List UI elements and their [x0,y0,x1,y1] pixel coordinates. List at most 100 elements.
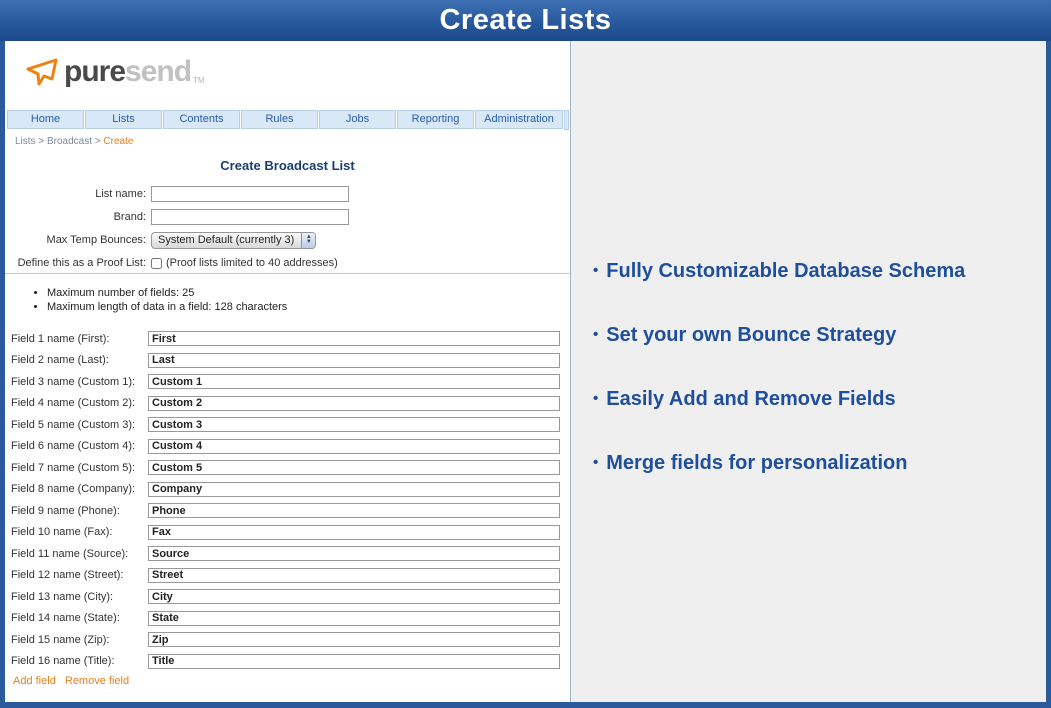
brand-input[interactable] [151,209,349,225]
field-row: Field 11 name (Source): [11,543,560,565]
field-row: Field 5 name (Custom 3): [11,414,560,436]
form-row: Define this as a Proof List: (Proof list… [11,254,564,272]
field-label: Field 14 name (State): [11,612,148,624]
bullet-text: Fully Customizable Database Schema [606,259,965,283]
logo-trademark: TM [193,75,205,87]
field-row: Field 16 name (Title): [11,651,560,673]
field-row: Field 4 name (Custom 2): [11,393,560,415]
puresend-logo-icon [25,57,59,87]
field-name-input[interactable] [148,353,560,368]
field-label: Field 12 name (Street): [11,569,148,581]
field-name-input[interactable] [148,568,560,583]
field-name-input[interactable] [148,546,560,561]
field-row: Field 10 name (Fax): [11,522,560,544]
section-divider [5,273,570,274]
field-name-input[interactable] [148,482,560,497]
proof-list-label: Define this as a Proof List: [11,257,151,269]
breadcrumb-current: Create [103,136,133,147]
field-name-input[interactable] [148,611,560,626]
field-name-input[interactable] [148,374,560,389]
field-name-input[interactable] [148,632,560,647]
field-actions: Add field Remove field [13,675,135,687]
bullet-text: Set your own Bounce Strategy [606,323,896,347]
field-name-input[interactable] [148,331,560,346]
slide-title: Create Lists [439,4,611,37]
form-row: Brand: [11,208,564,226]
field-name-input[interactable] [148,396,560,411]
logo-text-pure: pure [64,57,125,87]
field-label: Field 1 name (First): [11,333,148,345]
list-name-input[interactable] [151,186,349,202]
field-label: Field 4 name (Custom 2): [11,397,148,409]
title-banner: Create Lists [0,0,1051,41]
note-item: Maximum number of fields: 25 [47,287,287,299]
page-title: Create Broadcast List [5,158,570,173]
field-row: Field 6 name (Custom 4): [11,436,560,458]
field-name-input[interactable] [148,503,560,518]
form-row: Max Temp Bounces: System Default (curren… [11,231,564,249]
field-row: Field 15 name (Zip): [11,629,560,651]
field-row: Field 8 name (Company): [11,479,560,501]
field-name-input[interactable] [148,460,560,475]
field-name-input[interactable] [148,525,560,540]
slide: Create Lists puresend TM Home Lists Cont… [0,0,1051,708]
nav-tab[interactable]: Home [7,110,84,129]
nav-tab[interactable]: Lists [85,110,162,129]
bullet-item: • Easily Add and Remove Fields [593,387,1043,411]
bullet-item: • Set your own Bounce Strategy [593,323,1043,347]
bullet-dot: • [593,387,598,411]
remove-field-link[interactable]: Remove field [65,675,129,687]
create-list-form: List name: Brand: Max Temp Bounces: Syst… [11,185,564,277]
field-label: Field 9 name (Phone): [11,505,148,517]
field-label: Field 16 name (Title): [11,655,148,667]
nav-tab[interactable]: Jobs [319,110,396,129]
field-label: Field 5 name (Custom 3): [11,419,148,431]
field-list: Field 1 name (First): Field 2 name (Last… [11,328,560,672]
field-name-input[interactable] [148,589,560,604]
field-name-input[interactable] [148,439,560,454]
proof-list-note: (Proof lists limited to 40 addresses) [166,257,338,269]
nav-tab[interactable]: Rules [241,110,318,129]
logo-text-send: send [125,57,191,87]
bullet-item: • Fully Customizable Database Schema [593,259,1043,283]
field-row: Field 14 name (State): [11,608,560,630]
puresend-logo: puresend TM [25,57,205,87]
nav-tab[interactable]: Reporting [397,110,474,129]
proof-list-checkbox[interactable] [151,258,162,269]
field-limit-notes: Maximum number of fields: 25 Maximum len… [33,287,287,315]
field-label: Field 6 name (Custom 4): [11,440,148,452]
select-stepper-icon: ▲ ▼ [301,233,315,248]
breadcrumb-path[interactable]: Lists > Broadcast > [15,136,103,147]
max-temp-bounces-label: Max Temp Bounces: [11,234,151,246]
bullet-item: • Merge fields for personalization [593,451,1043,475]
field-label: Field 7 name (Custom 5): [11,462,148,474]
field-label: Field 8 name (Company): [11,483,148,495]
field-label: Field 3 name (Custom 1): [11,376,148,388]
app-window: puresend TM Home Lists Contents Rules Jo… [5,41,571,702]
nav-tab[interactable]: Contents [163,110,240,129]
breadcrumb: Lists > Broadcast > Create [15,136,133,147]
field-row: Field 1 name (First): [11,328,560,350]
add-field-link[interactable]: Add field [13,675,56,687]
field-name-input[interactable] [148,417,560,432]
note-item: Maximum length of data in a field: 128 c… [47,301,287,313]
max-temp-bounces-select[interactable]: System Default (currently 3) ▲ ▼ [151,232,316,249]
stepper-down-icon: ▼ [306,240,312,245]
brand-label: Brand: [11,211,151,223]
field-name-input[interactable] [148,654,560,669]
list-name-label: List name: [11,188,151,200]
bullet-text: Merge fields for personalization [606,451,907,475]
bullet-text: Easily Add and Remove Fields [606,387,895,411]
nav-bar: Home Lists Contents Rules Jobs Reporting… [7,110,569,130]
field-label: Field 10 name (Fax): [11,526,148,538]
field-row: Field 7 name (Custom 5): [11,457,560,479]
bullet-dot: • [593,451,598,475]
field-row: Field 12 name (Street): [11,565,560,587]
field-label: Field 13 name (City): [11,591,148,603]
bullet-dot: • [593,259,598,283]
nav-tab[interactable]: Administration [475,110,563,129]
field-row: Field 9 name (Phone): [11,500,560,522]
form-row: List name: [11,185,564,203]
field-label: Field 2 name (Last): [11,354,148,366]
field-row: Field 13 name (City): [11,586,560,608]
